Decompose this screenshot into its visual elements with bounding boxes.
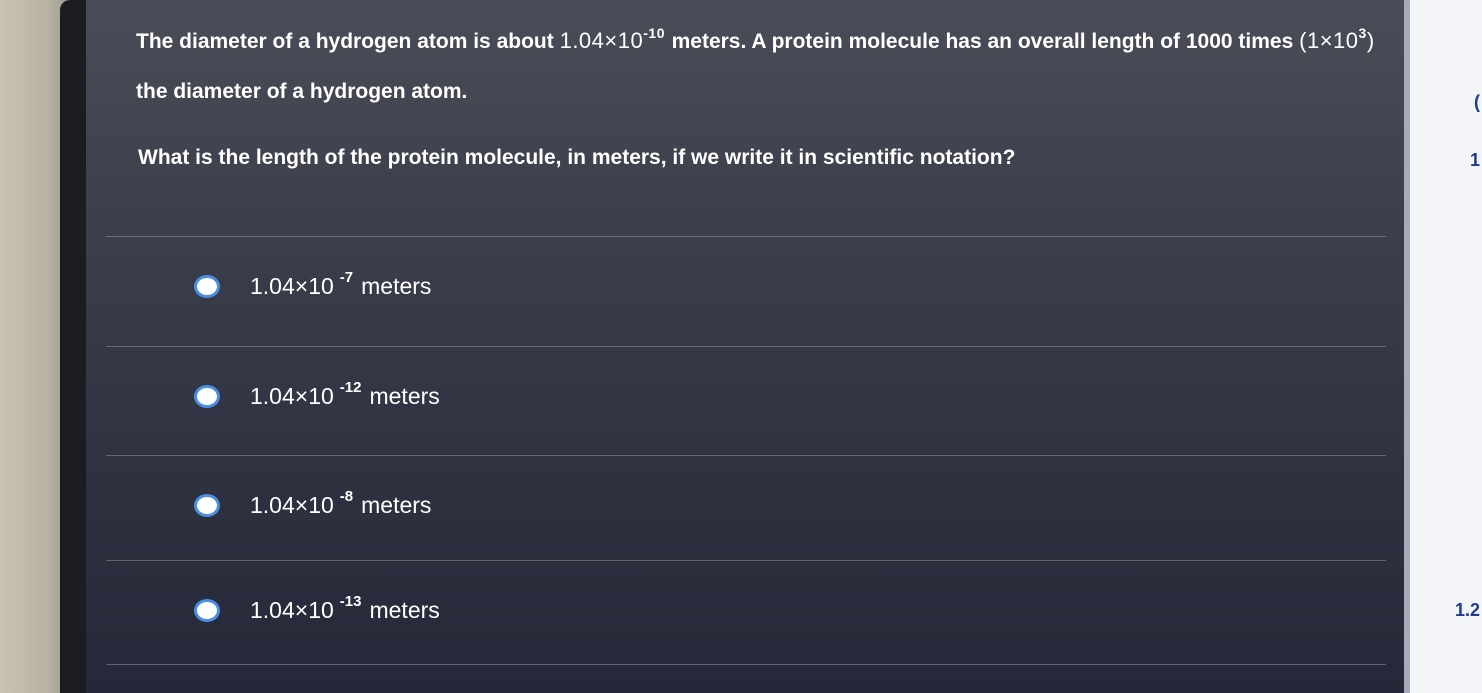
answer-option-3[interactable]: 1.04 × 10 -8 meters — [106, 455, 1386, 555]
option-base: 10 — [308, 382, 334, 409]
answer-option-4[interactable]: 1.04 × 10 -13 meters — [106, 560, 1386, 660]
option-base: 10 — [308, 596, 334, 623]
option-unit: meters — [369, 596, 440, 623]
option-exponent: -13 — [339, 592, 362, 610]
option-base: 10 — [308, 272, 334, 299]
option-mantissa: 1.04 — [250, 382, 295, 409]
panel-marker-top: ( — [1474, 92, 1480, 112]
option-exponent: -8 — [339, 487, 354, 505]
question-middle: meters. A protein molecule has an overal… — [671, 30, 1294, 53]
option-mantissa: 1.04 — [250, 272, 295, 299]
diameter-exponent: -10 — [643, 25, 665, 41]
option-label: 1.04 × 10 -8 meters — [250, 487, 432, 518]
option-label: 1.04 × 10 -13 meters — [250, 592, 440, 623]
radio-button[interactable] — [194, 598, 220, 622]
adjacent-window-panel: ( 1 1.2 — [1404, 0, 1482, 693]
question-closing: the diameter of a hydrogen atom. — [136, 80, 468, 103]
factor-times-symbol: × — [1319, 28, 1334, 53]
answer-option-2[interactable]: 1.04 × 10 -12 meters — [106, 346, 1386, 446]
option-exponent: -12 — [339, 378, 362, 396]
factor-mantissa: 1 — [1306, 28, 1320, 53]
times-symbol: × — [604, 28, 618, 53]
diameter-mantissa: 1.04 — [559, 28, 605, 53]
option-exponent: -7 — [339, 268, 354, 286]
divider — [106, 664, 1386, 665]
radio-button[interactable] — [194, 274, 220, 298]
option-unit: meters — [369, 382, 440, 409]
option-unit: meters — [361, 272, 432, 299]
option-base: 10 — [308, 491, 334, 518]
radio-button[interactable] — [194, 493, 220, 517]
question-screen: The diameter of a hydrogen atom is about… — [86, 0, 1404, 693]
option-label: 1.04 × 10 -12 meters — [250, 378, 440, 409]
question-text: The diameter of a hydrogen atom is about… — [136, 8, 1376, 117]
factor-value: (1×103) — [1299, 25, 1375, 53]
factor-exponent: 3 — [1358, 25, 1367, 41]
option-label: 1.04 × 10 -7 meters — [250, 268, 432, 299]
option-mantissa: 1.04 — [250, 596, 295, 623]
diameter-base: 10 — [617, 28, 644, 53]
factor-base: 10 — [1333, 28, 1359, 53]
answer-option-1[interactable]: 1.04 × 10 -7 meters — [106, 236, 1386, 336]
radio-button[interactable] — [194, 384, 220, 408]
panel-marker-middle: 1 — [1469, 150, 1480, 170]
diameter-value: 1.04×10-10 — [559, 25, 672, 53]
panel-marker-bottom: 1.2 — [1454, 600, 1480, 620]
option-mantissa: 1.04 — [250, 491, 295, 518]
option-unit: meters — [361, 491, 432, 518]
question-prompt: What is the length of the protein molecu… — [138, 146, 1016, 169]
question-intro: The diameter of a hydrogen atom is about — [136, 30, 554, 53]
